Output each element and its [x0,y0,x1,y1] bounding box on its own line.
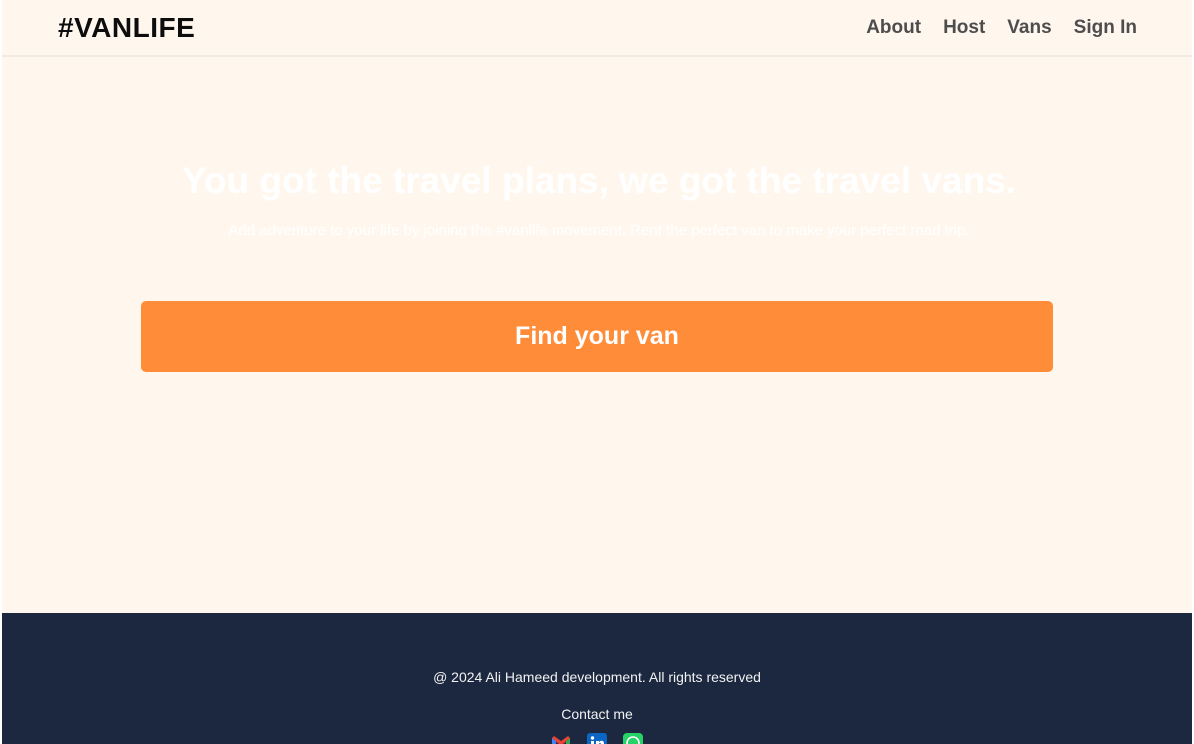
contact-label: Contact me [561,706,633,722]
whatsapp-icon[interactable] [622,732,644,744]
site-footer: @ 2024 Ali Hameed development. All right… [2,613,1192,744]
linkedin-icon[interactable] [586,732,608,744]
social-links [2,732,1192,744]
hero-subtitle: Add adventure to your life by joining th… [228,222,970,239]
hero-title: You got the travel plans, we got the tra… [181,160,1017,201]
nav-about-link[interactable]: About [866,17,921,39]
find-your-van-button[interactable]: Find your van [141,301,1053,372]
logo[interactable]: #VANLIFE [58,12,195,44]
gmail-icon[interactable] [550,732,572,744]
site-header: #VANLIFE About Host Vans Sign In [2,0,1192,57]
nav-host-link[interactable]: Host [943,17,985,39]
page: #VANLIFE About Host Vans Sign In You got… [2,0,1192,744]
copyright-text: @ 2024 Ali Hameed development. All right… [433,669,761,685]
nav-vans-link[interactable]: Vans [1007,17,1051,39]
main-nav: About Host Vans Sign In [866,17,1137,39]
nav-sign-in-link[interactable]: Sign In [1074,17,1137,39]
